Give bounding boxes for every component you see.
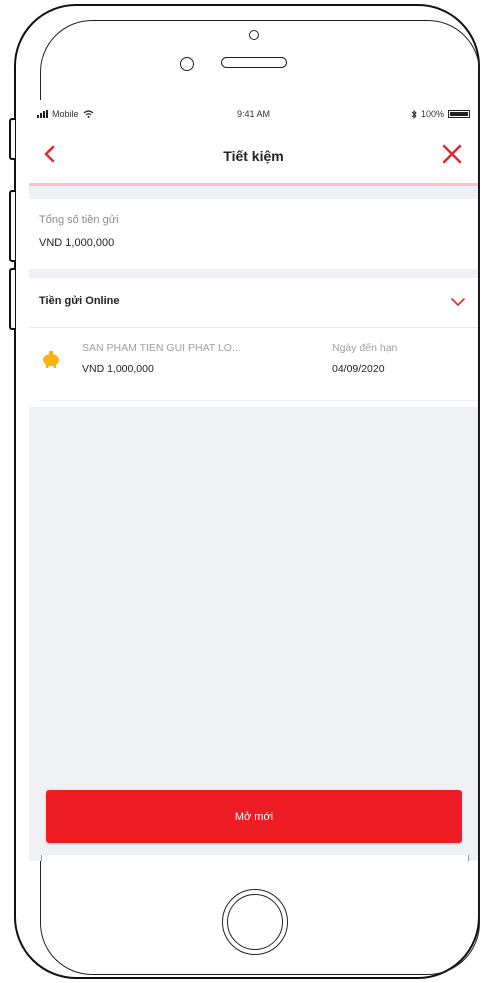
battery-icon bbox=[448, 110, 470, 118]
bottom-panel-edge bbox=[41, 855, 469, 861]
online-deposit-section: Tiền gửi Online SAN PHAM TIEN GUI PHAT L… bbox=[29, 278, 478, 407]
bluetooth-icon bbox=[411, 109, 417, 119]
online-deposit-title: Tiền gửi Online bbox=[39, 295, 120, 307]
online-deposit-header[interactable]: Tiền gửi Online bbox=[29, 278, 478, 328]
earpiece-speaker bbox=[221, 57, 287, 68]
row-divider bbox=[39, 400, 478, 401]
close-icon bbox=[442, 144, 462, 164]
deposit-product-name: SAN PHAM TIEN GUI PHAT LO... bbox=[82, 342, 241, 354]
chevron-down-icon[interactable] bbox=[450, 296, 466, 308]
close-button[interactable] bbox=[440, 142, 464, 166]
front-camera bbox=[249, 30, 259, 40]
total-deposit-label: Tổng số tiền gửi bbox=[39, 214, 119, 226]
due-date-label: Ngày đến hạn bbox=[332, 342, 398, 354]
status-bar: Mobile 9:41 AM 100% bbox=[29, 100, 478, 128]
battery-percent: 100% bbox=[420, 109, 444, 119]
total-deposit-card: Tổng số tiền gửi VND 1,000,000 bbox=[29, 199, 478, 269]
piggy-bank-icon bbox=[43, 351, 59, 368]
due-date-value: 04/09/2020 bbox=[332, 363, 385, 375]
home-button[interactable] bbox=[222, 889, 288, 955]
battery-status: 100% bbox=[411, 109, 470, 119]
nav-bar: Tiết kiệm bbox=[29, 128, 478, 186]
volume-up-button bbox=[9, 190, 15, 262]
deposit-item[interactable]: SAN PHAM TIEN GUI PHAT LO... VND 1,000,0… bbox=[29, 333, 478, 393]
page-title: Tiết kiệm bbox=[223, 148, 284, 164]
app-screen: Mobile 9:41 AM 100% Tiết kiệm Tổng số ti… bbox=[29, 100, 478, 861]
open-new-deposit-button[interactable]: Mở mới bbox=[46, 790, 462, 843]
proximity-sensor bbox=[180, 57, 194, 71]
deposit-amount: VND 1,000,000 bbox=[82, 363, 154, 375]
mute-switch bbox=[9, 118, 15, 160]
total-deposit-value: VND 1,000,000 bbox=[39, 237, 115, 249]
volume-down-button bbox=[9, 268, 15, 330]
